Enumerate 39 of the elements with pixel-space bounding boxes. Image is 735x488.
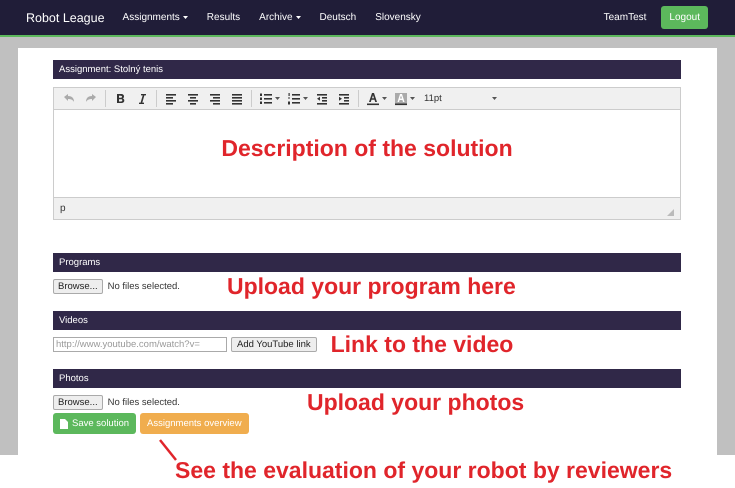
numbered-list-icon[interactable] bbox=[286, 90, 302, 106]
caret-icon[interactable] bbox=[275, 97, 280, 100]
file-status: No files selected. bbox=[108, 397, 180, 408]
nav-link[interactable]: Results bbox=[206, 12, 240, 23]
user-link[interactable]: TeamTest bbox=[604, 12, 646, 23]
highlight-color-icon[interactable] bbox=[393, 90, 409, 106]
nav-link[interactable]: Slovensky bbox=[375, 12, 421, 23]
caret-icon[interactable] bbox=[492, 97, 497, 100]
nav-link[interactable]: Archive bbox=[259, 12, 301, 23]
bullet-list-icon[interactable] bbox=[258, 90, 274, 106]
leader-line bbox=[158, 438, 178, 462]
caret-icon[interactable] bbox=[303, 97, 308, 100]
annotation-text: Link to the video bbox=[330, 331, 514, 358]
assignment-header: Assignment: Stolný tenis bbox=[53, 60, 681, 79]
browse-button[interactable]: Browse... bbox=[53, 279, 103, 294]
annotation-text: Upload your program here bbox=[226, 273, 516, 300]
annotation-text: Upload your photos bbox=[306, 389, 524, 416]
file-status: No files selected. bbox=[108, 281, 180, 292]
caret-icon[interactable] bbox=[382, 97, 387, 100]
font-size-select[interactable]: 11pt bbox=[424, 93, 442, 104]
caret-icon[interactable] bbox=[410, 97, 415, 100]
brand-link[interactable]: Robot League bbox=[26, 10, 105, 24]
section-header: Videos bbox=[53, 311, 681, 330]
text-editor[interactable]: 11pt Description of the solution p bbox=[53, 87, 681, 220]
caret-icon bbox=[182, 16, 188, 19]
browse-button[interactable]: Browse... bbox=[53, 395, 103, 410]
document-icon bbox=[60, 418, 68, 428]
video-url-field[interactable]: http://www.youtube.com/watch?v= bbox=[53, 337, 227, 352]
add-link-button[interactable]: Add YouTube link bbox=[231, 337, 317, 352]
annotation-text: See the evaluation of your robot by reviewers bbox=[175, 457, 672, 484]
nav-link[interactable]: Assignments bbox=[122, 12, 188, 23]
annotation-text: Description of the solution bbox=[221, 135, 513, 162]
nav-link[interactable]: Deutsch bbox=[320, 12, 356, 23]
resize-handle[interactable] bbox=[667, 209, 674, 216]
section-header: Photos bbox=[53, 369, 681, 388]
section-header: Programs bbox=[53, 253, 681, 272]
element-path: p bbox=[60, 203, 66, 214]
text-color-icon[interactable] bbox=[365, 90, 381, 106]
caret-icon bbox=[296, 16, 301, 19]
